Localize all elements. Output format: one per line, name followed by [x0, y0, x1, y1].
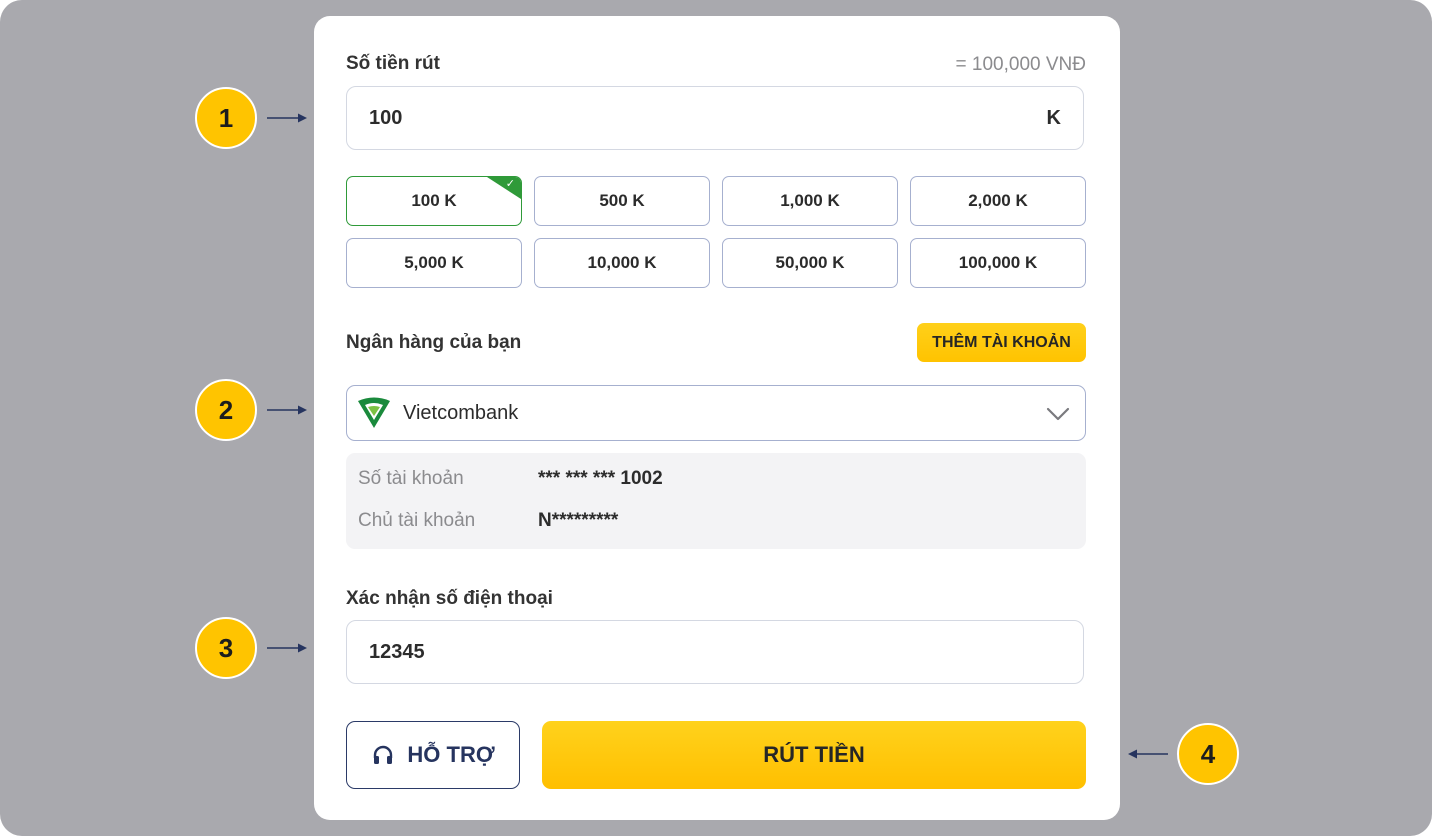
check-corner [487, 177, 521, 199]
phone-input[interactable]: 12345 [346, 620, 1084, 684]
amount-converted: = 100,000 VNĐ [955, 54, 1086, 75]
chip-label: 2,000 K [968, 191, 1028, 210]
amount-input-value: 100 [369, 107, 403, 129]
account-holder-value: N********* [538, 510, 619, 531]
headset-icon [374, 745, 393, 764]
amount-chip-2000k[interactable]: 2,000 K [910, 176, 1086, 226]
account-number-value: *** *** *** 1002 [538, 468, 663, 489]
arrow-left-icon [1128, 749, 1168, 759]
amount-input[interactable]: 100 K [346, 86, 1084, 150]
bank-select[interactable]: Vietcombank [346, 385, 1086, 441]
amount-unit: K [1046, 107, 1061, 129]
amount-chip-100000k[interactable]: 100,000 K [910, 238, 1086, 288]
chip-label: 10,000 K [587, 253, 657, 272]
amount-label: Số tiền rút [346, 53, 440, 74]
chevron-down-icon [1046, 407, 1070, 421]
withdraw-button[interactable]: RÚT TIỀN [542, 721, 1086, 789]
amount-chip-1000k[interactable]: 1,000 K [722, 176, 898, 226]
account-details: Số tài khoản *** *** *** 1002 Chủ tài kh… [346, 453, 1086, 549]
phone-input-value: 12345 [369, 641, 425, 663]
chip-label: 500 K [599, 191, 645, 210]
arrow-right-icon [267, 405, 307, 415]
phone-label: Xác nhận số điện thoại [346, 588, 553, 609]
step-badge-3: 3 [195, 617, 257, 679]
support-button[interactable]: HỖ TRỢ [346, 721, 520, 789]
add-account-button[interactable]: THÊM TÀI KHOẢN [917, 323, 1086, 362]
chip-label: 50,000 K [775, 253, 845, 272]
chip-label: 5,000 K [404, 253, 464, 272]
amount-chip-50000k[interactable]: 50,000 K [722, 238, 898, 288]
bank-select-value: Vietcombank [403, 402, 519, 424]
backdrop: 1 2 3 4 Số tiền rút = 100,000 VNĐ 100 K … [0, 0, 1432, 836]
chip-label: 100,000 K [958, 253, 1038, 272]
chip-label: 100 K [411, 191, 457, 210]
withdraw-form-card: Số tiền rút = 100,000 VNĐ 100 K 100 K ✓ … [314, 16, 1120, 820]
support-button-label: HỖ TRỢ [407, 742, 495, 767]
check-icon: ✓ [505, 178, 515, 190]
bank-label: Ngân hàng của bạn [346, 332, 522, 353]
amount-chip-500k[interactable]: 500 K [534, 176, 710, 226]
step-badge-4: 4 [1177, 723, 1239, 785]
arrow-right-icon [267, 643, 307, 653]
step-badge-1: 1 [195, 87, 257, 149]
arrow-right-icon [267, 113, 307, 123]
amount-chip-5000k[interactable]: 5,000 K [346, 238, 522, 288]
vietcombank-logo-icon [358, 397, 390, 428]
step-badge-2: 2 [195, 379, 257, 441]
amount-chip-100k[interactable]: 100 K ✓ [346, 176, 522, 226]
amount-chip-10000k[interactable]: 10,000 K [534, 238, 710, 288]
chip-label: 1,000 K [780, 191, 840, 210]
account-number-label: Số tài khoản [358, 468, 464, 489]
account-holder-label: Chủ tài khoản [358, 510, 476, 531]
